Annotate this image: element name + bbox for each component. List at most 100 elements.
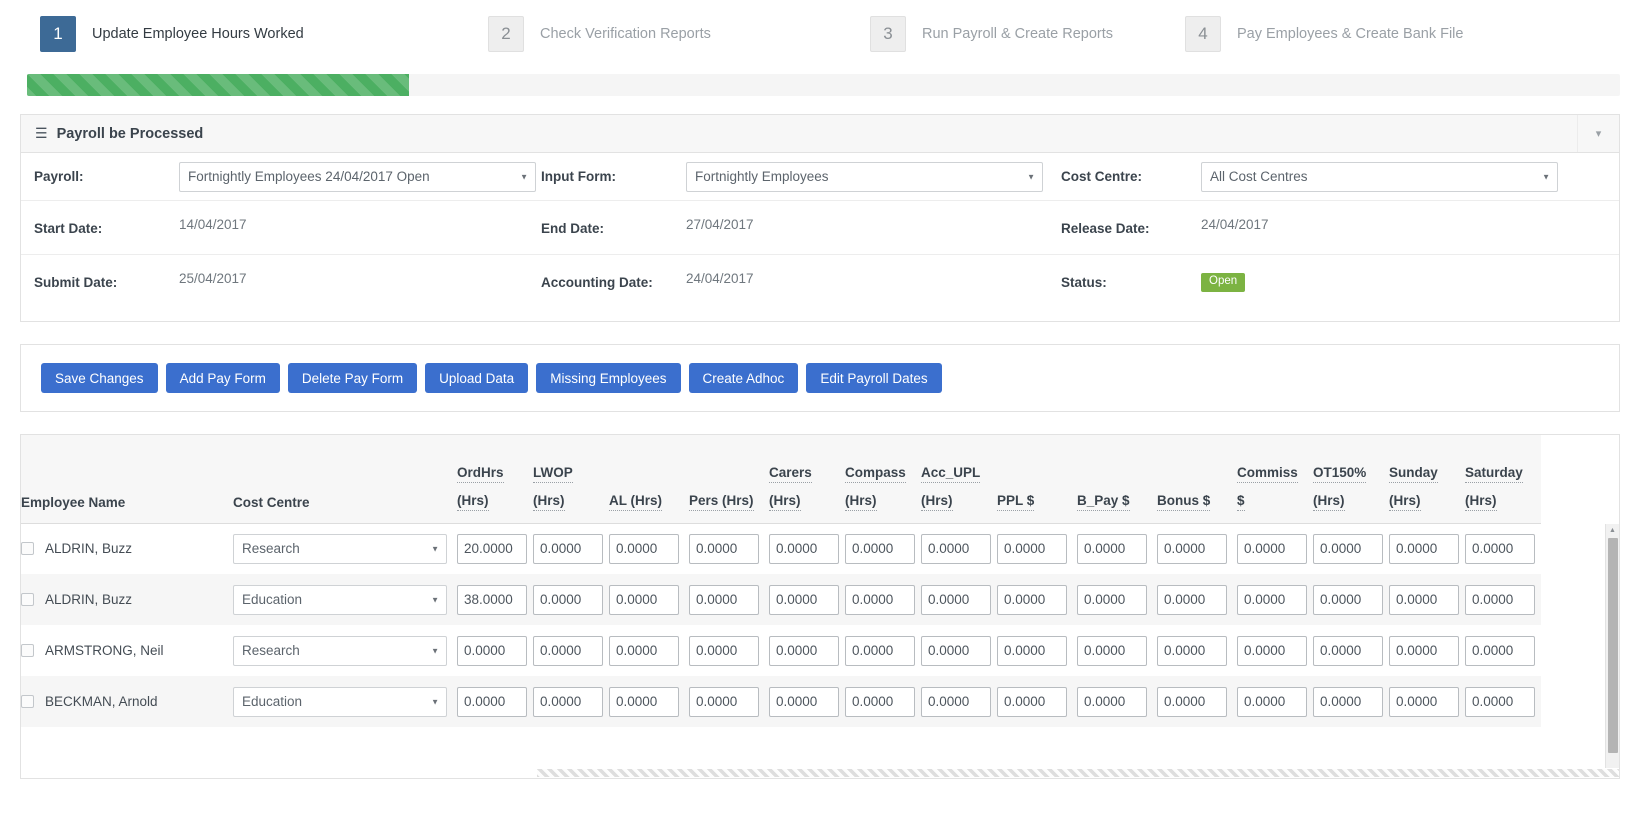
header-spacer <box>689 467 769 483</box>
hours-input-sunday[interactable] <box>1389 533 1459 564</box>
hours-input-al[interactable] <box>609 533 679 564</box>
hours-input-ot150[interactable] <box>1313 686 1383 717</box>
hours-cell-al <box>609 523 689 574</box>
hours-input-ot150[interactable] <box>1313 584 1383 615</box>
hours-input-b_pay[interactable] <box>1077 635 1147 666</box>
accounting-date-value: 24/04/2017 <box>686 271 754 286</box>
hours-input-saturday[interactable] <box>1465 533 1535 564</box>
hours-input-ordhrs[interactable] <box>457 584 527 615</box>
hours-input-saturday[interactable] <box>1465 584 1535 615</box>
hours-input-acc_upl[interactable] <box>921 686 991 717</box>
hours-input-acc_upl[interactable] <box>921 533 991 564</box>
hours-input-pers[interactable] <box>689 635 759 666</box>
hours-input-sunday[interactable] <box>1389 635 1459 666</box>
hours-input-ordhrs[interactable] <box>457 533 527 564</box>
hours-input-b_pay[interactable] <box>1077 533 1147 564</box>
hours-input-b_pay[interactable] <box>1077 584 1147 615</box>
hours-input-ordhrs[interactable] <box>457 686 527 717</box>
col-header-lwop-top: LWOP <box>533 465 573 483</box>
hours-input-lwop[interactable] <box>533 533 603 564</box>
hours-input-bonus[interactable] <box>1157 686 1227 717</box>
wizard-step-4[interactable]: 4 Pay Employees & Create Bank File <box>1185 16 1620 52</box>
hours-input-compass[interactable] <box>845 533 915 564</box>
hours-input-al[interactable] <box>609 686 679 717</box>
hours-input-saturday[interactable] <box>1465 686 1535 717</box>
hours-input-commiss[interactable] <box>1237 686 1307 717</box>
hours-input-commiss[interactable] <box>1237 533 1307 564</box>
chevron-down-icon: ▼ <box>520 172 528 181</box>
hours-input-acc_upl[interactable] <box>921 635 991 666</box>
input-form-select[interactable]: Fortnightly Employees ▼ <box>686 161 1043 192</box>
hours-input-pers[interactable] <box>689 533 759 564</box>
add-pay-form-button[interactable]: Add Pay Form <box>165 363 280 393</box>
grid-vertical-scroll-thumb[interactable] <box>1608 538 1618 753</box>
hours-input-b_pay[interactable] <box>1077 686 1147 717</box>
cost-centre-cell: Research ▼ <box>233 523 457 574</box>
hours-input-lwop[interactable] <box>533 686 603 717</box>
wizard-step-3[interactable]: 3 Run Payroll & Create Reports <box>870 16 1185 52</box>
hours-input-lwop[interactable] <box>533 584 603 615</box>
scroll-up-icon[interactable]: ▲ <box>1606 524 1619 536</box>
row-select-checkbox[interactable] <box>21 593 34 606</box>
create-adhoc-button[interactable]: Create Adhoc <box>688 363 799 393</box>
hours-input-lwop[interactable] <box>533 635 603 666</box>
payroll-panel-header: ☰ Payroll be Processed ▾ <box>21 115 1619 153</box>
row-cost-centre-select[interactable]: Education ▼ <box>233 686 447 717</box>
hours-input-saturday[interactable] <box>1465 635 1535 666</box>
hours-input-pers[interactable] <box>689 584 759 615</box>
hours-input-carers[interactable] <box>769 584 839 615</box>
hours-input-sunday[interactable] <box>1389 686 1459 717</box>
grid-horizontal-scroll-thumb[interactable] <box>537 769 1619 777</box>
hours-input-ppl[interactable] <box>997 635 1067 666</box>
row-cost-centre-select[interactable]: Research ▼ <box>233 533 447 564</box>
save-changes-button[interactable]: Save Changes <box>41 363 158 393</box>
hours-input-acc_upl[interactable] <box>921 584 991 615</box>
hours-input-bonus[interactable] <box>1157 635 1227 666</box>
hours-input-bonus[interactable] <box>1157 533 1227 564</box>
hours-input-ppl[interactable] <box>997 533 1067 564</box>
hours-input-commiss[interactable] <box>1237 584 1307 615</box>
row-select-checkbox[interactable] <box>21 695 34 708</box>
edit-payroll-dates-button[interactable]: Edit Payroll Dates <box>806 363 942 393</box>
hours-input-compass[interactable] <box>845 584 915 615</box>
grid-vertical-scrollbar[interactable]: ▲ <box>1605 524 1619 768</box>
hours-cell-ordhrs <box>457 523 533 574</box>
chevron-down-icon[interactable]: ▾ <box>1577 115 1619 152</box>
grid-horizontal-scrollbar[interactable] <box>21 768 1619 778</box>
upload-data-button[interactable]: Upload Data <box>425 363 529 393</box>
missing-employees-button[interactable]: Missing Employees <box>536 363 681 393</box>
wizard-step-1[interactable]: 1 Update Employee Hours Worked <box>40 16 488 52</box>
hours-input-ppl[interactable] <box>997 584 1067 615</box>
row-select-checkbox[interactable] <box>21 542 34 556</box>
payroll-select[interactable]: Fortnightly Employees 24/04/2017 Open ▼ <box>179 161 536 192</box>
dates-row-1: Start Date: 14/04/2017 End Date: 27/04/2… <box>21 201 1619 255</box>
hours-cell-lwop <box>533 625 609 676</box>
cost-centre-select[interactable]: All Cost Centres ▼ <box>1201 161 1558 192</box>
hours-input-al[interactable] <box>609 584 679 615</box>
hours-input-ppl[interactable] <box>997 686 1067 717</box>
delete-pay-form-button[interactable]: Delete Pay Form <box>287 363 418 393</box>
hours-input-carers[interactable] <box>769 635 839 666</box>
hours-input-bonus[interactable] <box>1157 584 1227 615</box>
chevron-down-icon: ▼ <box>1027 172 1035 181</box>
hours-input-carers[interactable] <box>769 686 839 717</box>
hours-input-carers[interactable] <box>769 533 839 564</box>
hours-input-sunday[interactable] <box>1389 584 1459 615</box>
hours-input-compass[interactable] <box>845 686 915 717</box>
col-header-al: AL (Hrs) <box>609 435 689 524</box>
hours-input-commiss[interactable] <box>1237 635 1307 666</box>
hours-cell-al <box>609 625 689 676</box>
hours-input-al[interactable] <box>609 635 679 666</box>
hours-cell-acc_upl <box>921 676 997 727</box>
hours-input-compass[interactable] <box>845 635 915 666</box>
hours-input-ot150[interactable] <box>1313 533 1383 564</box>
row-select-checkbox[interactable] <box>21 644 34 657</box>
wizard-step-2[interactable]: 2 Check Verification Reports <box>488 16 870 52</box>
hours-input-ordhrs[interactable] <box>457 635 527 666</box>
hours-cell-ordhrs <box>457 676 533 727</box>
row-cost-centre-select[interactable]: Education ▼ <box>233 584 447 615</box>
hours-input-pers[interactable] <box>689 686 759 717</box>
hours-input-ot150[interactable] <box>1313 635 1383 666</box>
row-cost-centre-select[interactable]: Research ▼ <box>233 635 447 666</box>
hours-cell-b_pay <box>1077 574 1157 625</box>
